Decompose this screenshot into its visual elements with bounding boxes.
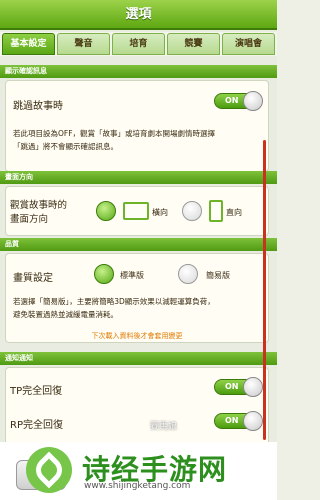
card-quality: 畫質設定 標準版 簡易版 若選擇「簡易版」，主要將簡略3D顯示效果以減輕運算負荷…: [5, 253, 269, 343]
options-screen: 選項 基本設定 聲音 培育 競賽 演唱會 顯示確認訊息 跳過故事時 ON 若此項…: [0, 0, 277, 500]
section-header-confirm: 顯示確認訊息: [0, 65, 277, 78]
rp-toggle-text: ON: [225, 416, 239, 425]
skip-story-desc-1: 若此項目設為OFF，觀賞「故事」或培育劇本開場劇情時選擇: [13, 129, 216, 138]
portrait-radio[interactable]: [182, 201, 202, 221]
apply-notice: 下次載入資料後才會套用變更: [91, 332, 183, 340]
tp-toggle-text: ON: [225, 382, 239, 391]
skip-story-toggle-text: ON: [225, 96, 239, 105]
tab-race[interactable]: 競賽: [167, 33, 220, 55]
scrollbar[interactable]: [263, 140, 266, 440]
light-label: 簡易版: [206, 271, 230, 280]
section-header-notify: 通知通知: [0, 352, 277, 365]
portrait-screen-icon: [209, 200, 223, 222]
orientation-label-1: 觀賞故事時的: [10, 200, 68, 211]
light-radio[interactable]: [178, 264, 198, 284]
tp-toggle[interactable]: ON: [214, 377, 263, 397]
quality-label: 畫質設定: [13, 273, 53, 284]
section-header-orientation: 畫面方向: [0, 171, 277, 184]
skip-story-desc-2: 「跳過」將不會顯示確認訊息。: [13, 142, 118, 151]
tab-basic-settings[interactable]: 基本設定: [2, 33, 55, 55]
standard-label: 標準版: [120, 271, 144, 280]
toggle-knob: [243, 377, 263, 397]
toggle-knob: [243, 91, 263, 111]
rp-toggle[interactable]: ON: [214, 411, 263, 431]
settings-content: 顯示確認訊息 跳過故事時 ON 若此項目設為OFF，觀賞「故事」或培育劇本開場劇…: [0, 58, 277, 500]
orientation-label-2: 畫面方向: [10, 214, 49, 225]
rp-label: RP完全回復: [10, 420, 63, 431]
landscape-label: 橫向: [152, 208, 168, 217]
tab-bar: 基本設定 聲音 培育 競賽 演唱會: [0, 32, 277, 56]
section-header-quality: 品質: [0, 238, 277, 251]
tab-training[interactable]: 培育: [112, 33, 165, 55]
leaf-logo-icon: [26, 447, 72, 493]
card-orientation: 觀賞故事時的 畫面方向 橫向 直向: [5, 186, 269, 236]
card-confirm: 跳過故事時 ON 若此項目設為OFF，觀賞「故事」或培育劇本開場劇情時選擇 「跳…: [5, 80, 269, 172]
quality-desc-2: 避免裝置過熱並減緩電量消耗。: [13, 310, 118, 319]
toggle-knob: [243, 411, 263, 431]
portrait-label: 直向: [226, 208, 242, 217]
tab-sound[interactable]: 聲音: [57, 33, 110, 55]
skip-story-toggle[interactable]: ON: [214, 91, 263, 111]
tp-label: TP完全回復: [10, 386, 63, 397]
quality-desc-1: 若選擇「簡易版」，主要將簡略3D顯示效果以減輕運算負荷，: [13, 297, 215, 306]
standard-radio[interactable]: [94, 264, 114, 284]
window-title: 選項: [0, 0, 277, 30]
skip-story-label: 跳過故事時: [13, 101, 63, 112]
watermark-url: www.shijingketang.com: [84, 481, 191, 491]
landscape-screen-icon: [123, 202, 149, 220]
tab-concert[interactable]: 演唱會: [222, 33, 275, 55]
landscape-radio[interactable]: [96, 201, 116, 221]
faint-watermark-text: 賽馬娘: [150, 422, 178, 432]
